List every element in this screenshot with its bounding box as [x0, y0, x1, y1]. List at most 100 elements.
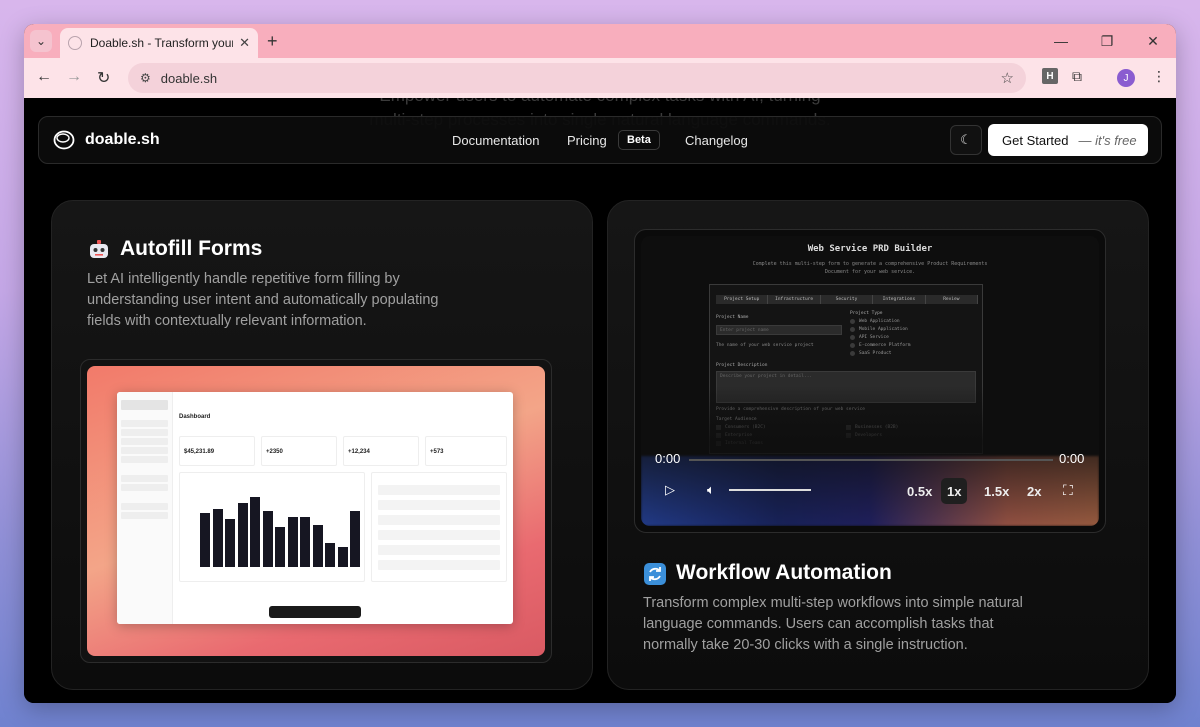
browser-tab[interactable]: Doable.sh - Transform your web ✕ — [60, 28, 258, 58]
prd-label: Project Type — [850, 311, 883, 316]
prd-tab: Infrastructure — [768, 295, 821, 304]
card-description: Let AI intelligently handle repetitive f… — [87, 271, 439, 329]
extensions-puzzle-icon[interactable]: ⧉ — [1072, 68, 1082, 85]
dashboard-title: Dashboard — [179, 414, 211, 420]
loading-favicon-icon — [68, 36, 82, 50]
site-navbar: doable.sh Documentation Pricing Beta Cha… — [38, 116, 1162, 164]
prd-radio: API Service — [850, 335, 889, 340]
repeat-arrows-icon — [644, 563, 666, 585]
dashboard-screenshot: Dashboard $45,231.89 +2350 +12,234 +573 — [117, 392, 513, 624]
nav-pricing[interactable]: Pricing — [567, 133, 607, 148]
prd-tab: Project Setup — [716, 295, 769, 304]
prd-label: Project Name — [716, 315, 749, 320]
speed-1-5x-button[interactable]: 1.5x — [978, 478, 1015, 504]
chart-bar — [287, 517, 298, 567]
recent-sales — [371, 472, 507, 582]
extension-h-icon[interactable]: H — [1042, 68, 1058, 84]
address-bar[interactable]: ⚙ doable.sh ☆ — [128, 63, 1026, 93]
prd-radio: Web Application — [850, 319, 900, 324]
get-started-button[interactable]: Get Started — it's free — [988, 124, 1148, 156]
kpi-card: +12,234 — [343, 436, 419, 466]
feature-card-workflow: Web Service PRD Builder Complete this mu… — [607, 200, 1149, 690]
chart-bar — [350, 511, 360, 567]
prd-input: Enter project name — [716, 325, 842, 335]
volume-icon[interactable]: 🔈︎ — [707, 482, 715, 498]
browser-toolbar: ← → ↻ ⚙ doable.sh ☆ H ⧉ J ⋮ — [24, 58, 1176, 98]
new-tab-button[interactable]: + — [267, 31, 278, 52]
card-title: Autofill Forms — [120, 237, 263, 260]
chart-bar — [312, 525, 323, 567]
browser-window: ⌄ Doable.sh - Transform your web ✕ + — ❐… — [24, 24, 1176, 703]
chart-bar — [262, 511, 273, 567]
forward-icon[interactable]: → — [66, 68, 82, 86]
prd-label: Project Description — [716, 363, 768, 368]
video-fade — [641, 386, 1099, 526]
total-time: 0:00 — [1059, 451, 1085, 466]
chart-bar — [212, 509, 223, 567]
overview-chart — [179, 472, 365, 582]
seek-bar[interactable] — [689, 459, 1053, 461]
prd-help: The name of your web service project — [716, 343, 814, 348]
nav-documentation[interactable]: Documentation — [452, 133, 539, 148]
bookmark-star-icon[interactable]: ☆ — [1001, 69, 1014, 87]
prd-radio: SaaS Product — [850, 351, 892, 356]
tab-close-icon[interactable]: ✕ — [239, 35, 250, 51]
tab-search-icon[interactable]: ⌄ — [30, 30, 52, 52]
play-icon[interactable]: ▷ — [665, 482, 675, 498]
preview-background: Dashboard $45,231.89 +2350 +12,234 +573 — [87, 366, 545, 656]
cta-label: Get Started — [1002, 132, 1069, 148]
chart-bar — [200, 512, 210, 567]
restore-icon[interactable]: ❐ — [1084, 24, 1130, 58]
hero-text-line-1: Empower users to automate complex tasks … — [24, 98, 1176, 106]
dashboard-preview: Dashboard $45,231.89 +2350 +12,234 +573 — [80, 359, 552, 663]
card-title: Workflow Automation — [676, 561, 892, 584]
chart-bar — [275, 527, 285, 567]
nav-changelog[interactable]: Changelog — [685, 133, 748, 148]
card-description: Transform complex multi-step workflows i… — [643, 595, 1023, 653]
beta-badge: Beta — [618, 130, 660, 150]
window-close-icon[interactable]: ✕ — [1130, 24, 1176, 58]
speed-2x-button[interactable]: 2x — [1021, 478, 1047, 504]
chart-bar — [337, 547, 348, 567]
browser-menu-icon[interactable]: ⋮ — [1152, 68, 1166, 85]
prd-subtitle: Complete this multi-step form to generat… — [752, 261, 988, 275]
prd-tab: Integrations — [873, 295, 926, 304]
prd-radio: Mobile Application — [850, 327, 908, 332]
page-content: Empower users to automate complex tasks … — [24, 98, 1176, 703]
volume-slider[interactable] — [729, 489, 811, 491]
command-bar — [269, 606, 361, 618]
chart-bar — [250, 497, 260, 567]
theme-toggle-moon-icon[interactable]: ☾ — [950, 125, 982, 155]
back-icon[interactable]: ← — [36, 68, 52, 86]
chart-bar — [300, 517, 310, 567]
reload-icon[interactable]: ↻ — [97, 68, 110, 88]
doable-logo-icon[interactable] — [53, 129, 75, 151]
dashboard-sidebar — [117, 392, 173, 624]
kpi-card: $45,231.89 — [179, 436, 255, 466]
robot-icon — [90, 240, 108, 258]
prd-tabs: Project Setup Infrastructure Security In… — [716, 295, 979, 304]
tab-strip: ⌄ Doable.sh - Transform your web ✕ + — ❐… — [24, 24, 1176, 58]
prd-tab: Review — [926, 295, 979, 304]
chart-bar — [225, 519, 235, 567]
current-time: 0:00 — [655, 451, 681, 466]
tab-title: Doable.sh - Transform your web — [90, 36, 234, 50]
site-info-icon[interactable]: ⚙ — [140, 71, 151, 85]
brand-name[interactable]: doable.sh — [85, 131, 160, 149]
speed-1x-button[interactable]: 1x — [941, 478, 968, 504]
fullscreen-icon[interactable]: ⛶ — [1063, 482, 1073, 499]
speed-0-5x-button[interactable]: 0.5x — [901, 478, 938, 504]
cta-note: — it's free — [1078, 132, 1137, 148]
url-text: doable.sh — [160, 70, 218, 86]
minimize-icon[interactable]: — — [1038, 24, 1084, 58]
chart-bar — [237, 503, 248, 567]
prd-radio: E-commerce Platform — [850, 343, 910, 348]
window-controls: — ❐ ✕ — [1038, 24, 1176, 58]
chart-bar — [325, 543, 335, 567]
prd-title: Web Service PRD Builder — [807, 244, 933, 254]
video-player[interactable]: Web Service PRD Builder Complete this mu… — [634, 229, 1106, 533]
prd-tab: Security — [821, 295, 874, 304]
profile-avatar[interactable]: J — [1117, 69, 1135, 87]
feature-card-autofill: Autofill Forms Let AI intelligently hand… — [51, 200, 593, 690]
kpi-card: +2350 — [261, 436, 337, 466]
